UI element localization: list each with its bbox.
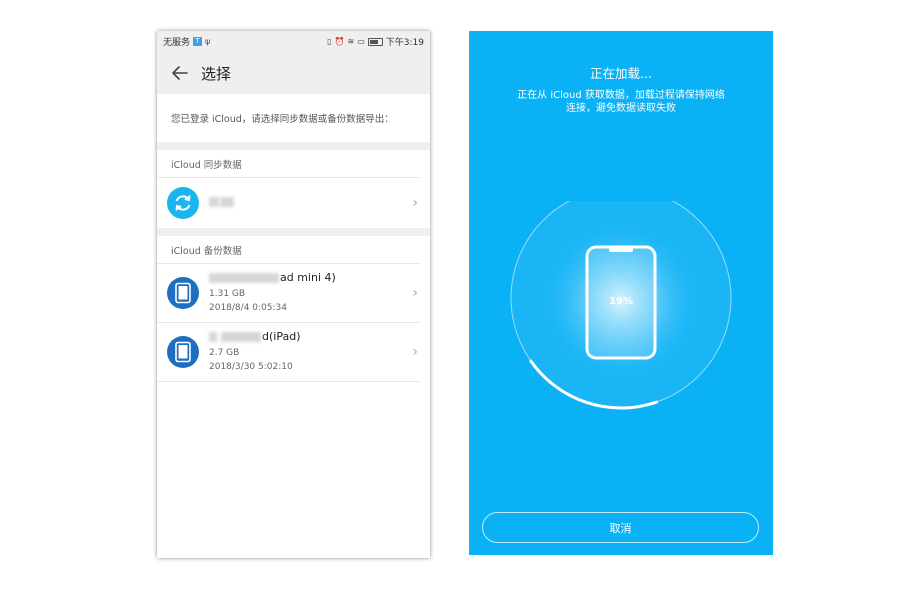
loading-title: 正在加载...	[590, 66, 652, 81]
sync-item-name-redacted	[209, 195, 235, 209]
login-notice: 您已登录 iCloud，请选择同步数据或备份数据导出：	[157, 94, 430, 142]
backup-section-header: iCloud 备份数据	[157, 236, 420, 264]
progress-percent: 19%	[609, 296, 633, 307]
backup-item-date: 2018/3/30 5:02:10	[209, 362, 293, 372]
sim-icon: ▭	[357, 37, 365, 46]
sync-data-item[interactable]: ›	[157, 178, 420, 228]
loading-description: 正在从 iCloud 获取数据，加载过程请保持网络 连接，避免数据读取失败	[469, 89, 773, 115]
cancel-button[interactable]: 取消	[482, 512, 759, 543]
chevron-right-icon: ›	[412, 195, 418, 211]
divider	[157, 142, 430, 150]
backup-item-name: ad mini 4)	[209, 271, 336, 285]
carrier-text: 无服务	[163, 38, 191, 48]
backup-item[interactable]: d(iPad) 2.7 GB 2018/3/30 5:02:10 ›	[157, 323, 420, 382]
progress-indicator: 19%	[469, 201, 773, 411]
divider	[157, 228, 430, 236]
right-phone-screen: 正在加载... 正在从 iCloud 获取数据，加载过程请保持网络 连接，避免数…	[469, 31, 773, 555]
backup-item-date: 2018/8/4 0:05:34	[209, 303, 287, 313]
chevron-right-icon: ›	[412, 344, 418, 360]
sync-icon	[167, 187, 199, 219]
backup-item-size: 1.31 GB	[209, 289, 246, 299]
arrow-left-icon[interactable]	[169, 62, 191, 84]
wifi-icon: ≋	[347, 37, 355, 46]
usb-icon: ψ	[205, 37, 211, 46]
alarm-icon: ⏰	[334, 37, 345, 46]
status-bar: 无服务 T ψ ▯ ⏰ ≋ ▭ 下午3:19	[157, 31, 430, 52]
left-phone-screen: 无服务 T ψ ▯ ⏰ ≋ ▭ 下午3:19 选择 您已登录 iCloud，请选…	[157, 31, 430, 558]
status-time: 下午3:19	[385, 38, 424, 48]
ipad-icon	[167, 277, 199, 309]
loading-description-line: 连接，避免数据读取失败	[566, 103, 676, 114]
carrier-badge-icon: T	[193, 37, 203, 46]
loading-description-line: 正在从 iCloud 获取数据，加载过程请保持网络	[517, 90, 725, 101]
chevron-right-icon: ›	[412, 285, 418, 301]
ipad-icon	[167, 336, 199, 368]
backup-item-name: d(iPad)	[209, 330, 300, 344]
app-bar: 选择	[157, 52, 430, 94]
sync-section-header: iCloud 同步数据	[157, 150, 420, 178]
backup-item-size: 2.7 GB	[209, 348, 240, 358]
vibrate-icon: ▯	[327, 37, 332, 46]
battery-icon	[367, 37, 383, 46]
page-title: 选择	[201, 64, 232, 83]
backup-item[interactable]: ad mini 4) 1.31 GB 2018/8/4 0:05:34 ›	[157, 264, 420, 323]
